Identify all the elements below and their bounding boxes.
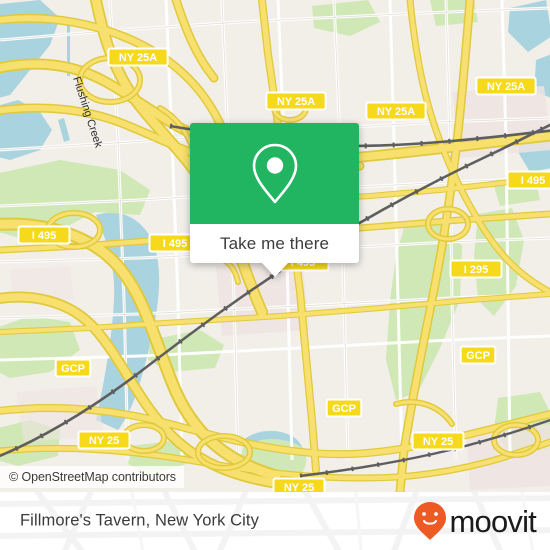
svg-text:GCP: GCP bbox=[466, 350, 490, 362]
svg-text:NY 25: NY 25 bbox=[284, 482, 314, 492]
svg-text:I 495: I 495 bbox=[521, 175, 545, 187]
moovit-pin-logo-icon bbox=[414, 502, 447, 540]
svg-text:I 495: I 495 bbox=[163, 238, 187, 250]
shield-i495-3: I 495 bbox=[506, 170, 550, 190]
svg-text:NY 25: NY 25 bbox=[89, 435, 119, 447]
footer-bar: Fillmore's Tavern, New York City moovit bbox=[0, 492, 550, 550]
svg-text:NY 25A: NY 25A bbox=[377, 106, 415, 118]
map-screenshot-root: Flushing Creek NY 25A NY 25A NY 25A NY 25A I… bbox=[0, 0, 550, 550]
shield-i495-1: I 495 bbox=[17, 225, 71, 245]
svg-text:NY 25A: NY 25A bbox=[119, 52, 157, 64]
take-me-there-label: Take me there bbox=[219, 233, 330, 253]
shield-ny25a-4: NY 25A bbox=[475, 76, 537, 96]
svg-text:NY 25: NY 25 bbox=[423, 436, 453, 448]
svg-text:NY 25A: NY 25A bbox=[277, 96, 315, 108]
location-popup-card[interactable]: Take me there bbox=[190, 123, 359, 277]
popup-action-bar[interactable]: Take me there bbox=[190, 224, 359, 263]
shield-ny25a-2: NY 25A bbox=[265, 91, 327, 111]
map-pin-icon bbox=[252, 143, 297, 203]
place-name-label: Fillmore's Tavern, New York City bbox=[20, 511, 259, 530]
shield-i295-1: I 295 bbox=[449, 259, 503, 279]
shield-gcp-3: GCP bbox=[459, 345, 497, 365]
shield-ny25-3: NY 25 bbox=[272, 477, 326, 492]
shield-ny25-2: NY 25 bbox=[411, 431, 465, 451]
svg-text:NY 25A: NY 25A bbox=[487, 81, 525, 93]
svg-text:I 295: I 295 bbox=[464, 264, 488, 276]
osm-attribution: © OpenStreetMap contributors bbox=[0, 466, 184, 488]
shield-ny25a-1: NY 25A bbox=[107, 47, 169, 67]
shield-ny25a-3: NY 25A bbox=[365, 101, 427, 121]
shield-gcp-1: GCP bbox=[54, 358, 92, 378]
svg-text:GCP: GCP bbox=[61, 363, 85, 375]
svg-text:I 495: I 495 bbox=[32, 230, 56, 242]
shield-gcp-2: GCP bbox=[325, 398, 363, 418]
svg-text:GCP: GCP bbox=[332, 403, 356, 415]
shield-ny25-1: NY 25 bbox=[77, 430, 131, 450]
popup-image-panel bbox=[190, 123, 359, 224]
popup-pointer-tail bbox=[261, 263, 288, 277]
moovit-wordmark: moovit bbox=[449, 503, 536, 539]
moovit-brand[interactable]: moovit bbox=[412, 501, 537, 541]
